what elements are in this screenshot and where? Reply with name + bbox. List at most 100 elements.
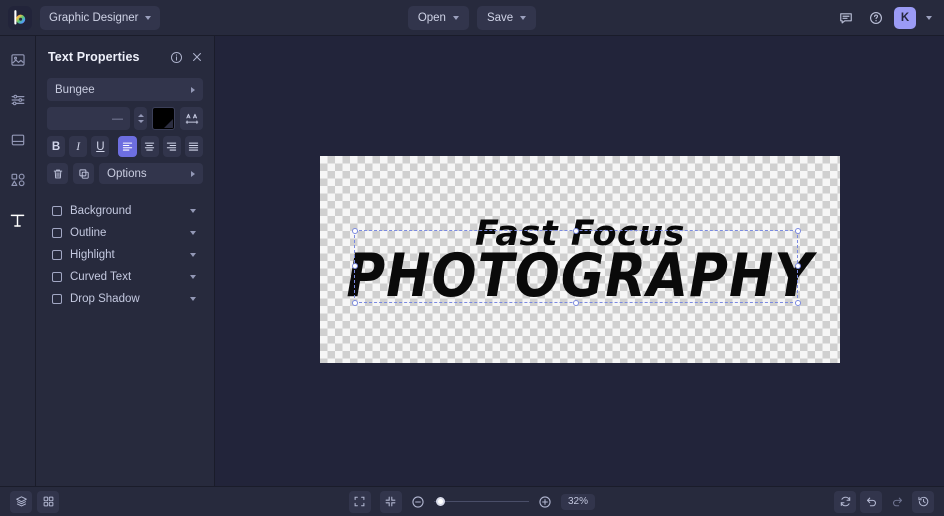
top-bar: Graphic Designer Open Save K bbox=[0, 0, 944, 36]
open-menu-button[interactable]: Open bbox=[407, 5, 469, 30]
accordion-highlight[interactable]: Highlight bbox=[47, 244, 203, 265]
chat-bubble-icon bbox=[839, 11, 853, 25]
user-avatar[interactable]: K bbox=[894, 6, 916, 29]
undo-button[interactable] bbox=[860, 490, 882, 513]
shapes-icon bbox=[10, 172, 26, 188]
resize-handle-bottom-right[interactable] bbox=[794, 299, 801, 306]
reset-icon bbox=[839, 495, 852, 508]
letter-spacing-icon bbox=[184, 112, 200, 126]
rail-item-templates[interactable] bbox=[6, 128, 30, 152]
resize-handle-top-center[interactable] bbox=[572, 227, 579, 234]
actual-size-button[interactable] bbox=[379, 490, 402, 513]
duplicate-icon bbox=[78, 168, 90, 180]
layers-icon bbox=[15, 495, 28, 508]
underline-button[interactable]: U bbox=[91, 136, 110, 157]
font-family-value: Bungee bbox=[55, 83, 95, 96]
align-right-button[interactable] bbox=[162, 136, 181, 157]
resize-handle-right-center[interactable] bbox=[794, 263, 801, 269]
feedback-button[interactable] bbox=[834, 6, 858, 30]
canvas-stage[interactable]: Fast Focus PHOTOGRAPHY bbox=[215, 36, 944, 486]
bold-button[interactable]: B bbox=[47, 136, 66, 157]
text-color-swatch[interactable] bbox=[152, 107, 175, 130]
accordion-outline[interactable]: Outline bbox=[47, 222, 203, 243]
top-bar-actions: K bbox=[834, 6, 936, 30]
grid-icon bbox=[42, 495, 55, 508]
font-size-input[interactable]: — bbox=[47, 107, 130, 130]
resize-handle-bottom-left[interactable] bbox=[351, 299, 358, 306]
zoom-out-button[interactable] bbox=[411, 495, 425, 509]
italic-label: I bbox=[76, 140, 81, 153]
letter-spacing-button[interactable] bbox=[180, 107, 203, 130]
font-size-value: — bbox=[112, 112, 123, 125]
zoom-slider[interactable] bbox=[433, 495, 529, 509]
help-button[interactable] bbox=[864, 6, 888, 30]
align-justify-icon bbox=[188, 141, 199, 152]
save-label: Save bbox=[486, 11, 514, 24]
save-menu-button[interactable]: Save bbox=[476, 5, 537, 30]
zoom-slider-handle[interactable] bbox=[435, 497, 445, 506]
workspace-label: Graphic Designer bbox=[49, 11, 139, 24]
font-size-stepper[interactable] bbox=[134, 107, 147, 130]
workspace-selector[interactable]: Graphic Designer bbox=[40, 5, 161, 30]
bold-label: B bbox=[51, 140, 61, 153]
highlight-checkbox[interactable] bbox=[52, 249, 62, 260]
account-menu-button[interactable] bbox=[922, 6, 936, 30]
reset-button[interactable] bbox=[834, 490, 856, 513]
selection-bounding-box[interactable] bbox=[351, 227, 801, 306]
chevron-down-icon bbox=[190, 274, 196, 279]
resize-handle-bottom-center[interactable] bbox=[572, 299, 579, 306]
fit-to-screen-button[interactable] bbox=[348, 490, 371, 513]
options-button[interactable]: Options bbox=[99, 163, 203, 184]
image-icon bbox=[10, 52, 26, 68]
grid-view-button[interactable] bbox=[37, 490, 59, 513]
info-icon[interactable] bbox=[170, 51, 183, 64]
zoom-level-display[interactable]: 32% bbox=[560, 493, 595, 510]
text-actions-row: Options bbox=[47, 163, 203, 184]
history-button[interactable] bbox=[912, 490, 934, 513]
accordion-label: Background bbox=[70, 204, 132, 217]
rail-item-text[interactable] bbox=[6, 208, 30, 232]
rail-item-graphics[interactable] bbox=[6, 168, 30, 192]
avatar-initial: K bbox=[900, 11, 910, 24]
curved-text-checkbox[interactable] bbox=[52, 271, 62, 282]
chevron-down-icon bbox=[926, 15, 932, 20]
align-right-icon bbox=[166, 141, 177, 152]
text-format-toolbar: B I U bbox=[47, 136, 203, 157]
resize-handle-left-center[interactable] bbox=[351, 263, 358, 269]
minus-circle-icon bbox=[411, 495, 425, 509]
resize-handle-top-right[interactable] bbox=[794, 227, 801, 234]
layers-button[interactable] bbox=[10, 490, 32, 513]
background-checkbox[interactable] bbox=[52, 205, 62, 216]
accordion-curved-text[interactable]: Curved Text bbox=[47, 266, 203, 287]
chevron-down-icon bbox=[190, 296, 196, 301]
canvas[interactable]: Fast Focus PHOTOGRAPHY bbox=[320, 156, 840, 363]
rail-item-edit-adjust[interactable] bbox=[6, 88, 30, 112]
align-center-button[interactable] bbox=[140, 136, 159, 157]
panel-header: Text Properties bbox=[36, 46, 214, 68]
rail-item-image-manager[interactable] bbox=[6, 48, 30, 72]
duplicate-text-button[interactable] bbox=[73, 163, 94, 184]
align-justify-button[interactable] bbox=[184, 136, 203, 157]
left-tool-rail bbox=[0, 36, 36, 486]
accordion-drop-shadow[interactable]: Drop Shadow bbox=[47, 288, 203, 309]
history-icon bbox=[917, 495, 930, 508]
align-left-button[interactable] bbox=[118, 136, 137, 157]
help-circle-icon bbox=[869, 11, 883, 25]
redo-button[interactable] bbox=[886, 491, 908, 513]
delete-text-button[interactable] bbox=[47, 163, 68, 184]
undo-icon bbox=[865, 495, 878, 508]
chevron-down-icon bbox=[190, 252, 196, 257]
panel-title: Text Properties bbox=[48, 50, 140, 64]
resize-handle-top-left[interactable] bbox=[351, 227, 358, 234]
zoom-in-button[interactable] bbox=[538, 495, 552, 509]
bottom-bar-right bbox=[834, 490, 934, 513]
zoom-slider-track bbox=[433, 500, 529, 503]
accordion-background[interactable]: Background bbox=[47, 200, 203, 221]
outline-checkbox[interactable] bbox=[52, 227, 62, 238]
font-family-selector[interactable]: Bungee bbox=[47, 78, 203, 101]
drop-shadow-checkbox[interactable] bbox=[52, 293, 62, 304]
app-logo[interactable] bbox=[8, 5, 32, 30]
italic-button[interactable]: I bbox=[69, 136, 88, 157]
close-icon[interactable] bbox=[191, 51, 203, 63]
befunky-logo-icon bbox=[11, 9, 29, 27]
